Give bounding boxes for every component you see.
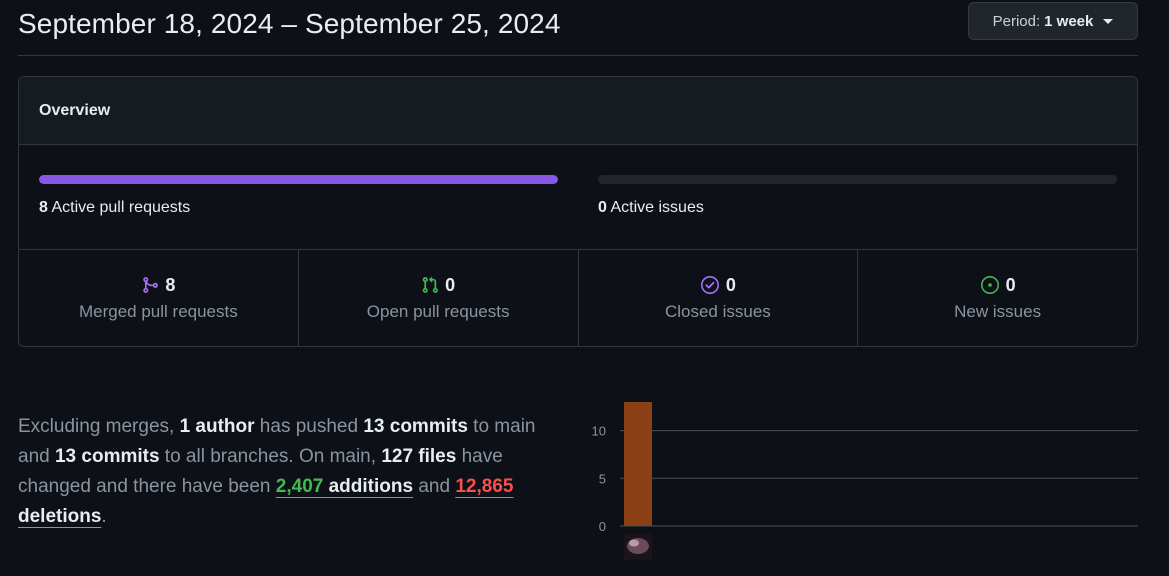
y-tick-label: 10 <box>592 424 606 439</box>
additions-word: additions <box>328 476 414 497</box>
stat-merged-pull-requests[interactable]: 8 Merged pull requests <box>19 250 299 346</box>
deletions-word: deletions <box>18 506 102 527</box>
stat-closed-issues[interactable]: 0 Closed issues <box>579 250 859 346</box>
active-pull-requests-label: Active pull requests <box>51 199 191 216</box>
date-range-title: September 18, 2024 – September 25, 2024 <box>18 8 561 39</box>
period-dropdown-button[interactable]: Period: 1 week <box>968 2 1138 40</box>
y-tick-label: 5 <box>599 471 606 486</box>
active-issues-count: 0 <box>598 199 607 216</box>
merged-pr-label: Merged pull requests <box>78 301 238 321</box>
commit-summary-paragraph: Excluding merges, 1 author has pushed 13… <box>18 412 563 532</box>
author-avatar-icon[interactable] <box>624 534 652 560</box>
stats-row: 8 Merged pull requests 0 Open pull reque… <box>19 250 1137 346</box>
summary-text: Excluding merges, <box>18 416 180 437</box>
closed-issues-count: 0 <box>725 274 736 295</box>
summary-text: and <box>413 476 456 497</box>
merged-pr-count: 8 <box>165 274 176 295</box>
merged-pr-icon <box>141 276 159 294</box>
deletions-count: 12,865 <box>455 476 514 497</box>
open-pr-count: 0 <box>445 274 456 295</box>
pulse-header: September 18, 2024 – September 25, 2024 … <box>18 0 1138 56</box>
active-pull-requests-count: 8 <box>39 199 48 216</box>
activity-summary-row: 8 Active pull requests 0 Active issues <box>19 145 1137 250</box>
commits-chart-svg: 0 5 10 <box>592 402 1138 560</box>
commits-by-author-chart: 0 5 10 <box>580 395 1150 565</box>
y-tick-label: 0 <box>599 519 606 534</box>
commits-all-count: 13 commits <box>54 446 160 467</box>
overview-header: Overview <box>19 77 1137 145</box>
stat-new-issues[interactable]: 0 New issues <box>858 250 1137 346</box>
period-value: 1 week <box>1044 12 1094 30</box>
summary-text: . <box>101 506 107 527</box>
open-pr-icon <box>421 276 439 294</box>
stat-open-pull-requests[interactable]: 0 Open pull requests <box>299 250 579 346</box>
new-issues-count: 0 <box>1005 274 1016 295</box>
summary-text: has pushed <box>254 416 364 437</box>
active-pull-requests-text: 8 Active pull requests <box>39 199 558 217</box>
files-changed-count: 127 files <box>381 446 457 467</box>
additions-count: 2,407 <box>275 476 324 497</box>
closed-issue-icon <box>700 275 720 295</box>
period-label: Period: <box>992 12 1041 30</box>
active-issues-text: 0 Active issues <box>598 199 1117 217</box>
commits-main-count: 13 commits <box>363 416 468 437</box>
overview-title: Overview <box>39 101 111 119</box>
active-pull-requests-bar <box>39 175 558 184</box>
commit-bar[interactable] <box>624 402 652 526</box>
active-pull-requests-bar-fill <box>39 175 558 184</box>
active-issues-summary[interactable]: 0 Active issues <box>598 175 1117 217</box>
chevron-down-icon <box>1103 18 1114 24</box>
active-issues-label: Active issues <box>610 199 704 216</box>
pulse-page: September 18, 2024 – September 25, 2024 … <box>0 0 1169 576</box>
active-pull-requests-summary[interactable]: 8 Active pull requests <box>39 175 558 217</box>
new-issue-icon <box>980 275 1000 295</box>
open-pr-label: Open pull requests <box>366 301 510 321</box>
summary-text: to all branches. On main, <box>159 446 382 467</box>
new-issues-label: New issues <box>954 301 1042 321</box>
additions-link[interactable]: 2,407 additions <box>276 476 413 497</box>
active-issues-bar <box>598 175 1117 184</box>
authors-count: 1 author <box>179 416 255 437</box>
overview-box: Overview 8 Active pull requests 0 Active… <box>18 76 1138 347</box>
closed-issues-label: Closed issues <box>664 301 771 321</box>
